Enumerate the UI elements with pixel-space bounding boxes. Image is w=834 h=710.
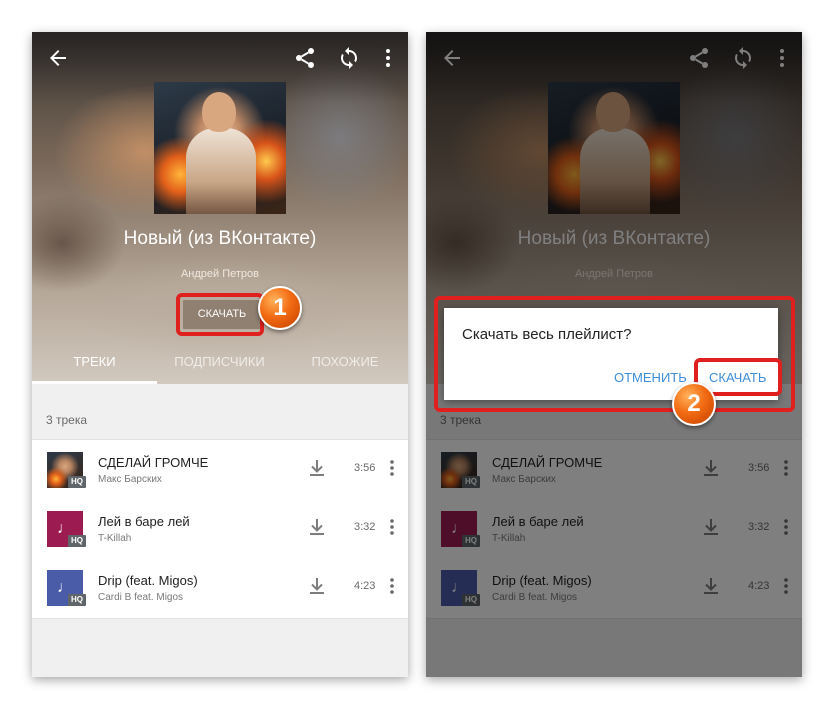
- track-row[interactable]: HQ СДЕЛАЙ ГРОМЧЕ Макс Барских 3:56: [32, 440, 408, 498]
- download-icon[interactable]: [308, 458, 326, 478]
- track-count: 3 трека: [46, 413, 88, 427]
- phone-screen-left: Новый (из ВКонтакте) Андрей Петров СКАЧА…: [32, 32, 408, 677]
- share-icon[interactable]: [293, 46, 317, 70]
- hq-badge: HQ: [68, 535, 86, 547]
- hq-badge: HQ: [68, 476, 86, 488]
- track-duration: 3:32: [354, 521, 376, 533]
- more-vert-icon[interactable]: [386, 518, 398, 536]
- playlist-author: Андрей Петров: [180, 268, 260, 280]
- more-vert-icon[interactable]: [376, 46, 400, 70]
- step-marker-1: 1: [258, 286, 302, 330]
- playlist-cover: [154, 82, 286, 214]
- download-icon[interactable]: [308, 517, 326, 537]
- tab-indicator: [32, 381, 157, 384]
- track-artist: T-Killah: [98, 533, 132, 544]
- download-icon[interactable]: [308, 576, 326, 596]
- back-arrow-icon[interactable]: [46, 46, 70, 70]
- track-artist: Макс Барских: [98, 474, 162, 485]
- track-duration: 4:23: [354, 580, 376, 592]
- track-title: Drip (feat. Migos): [98, 573, 198, 588]
- sync-icon[interactable]: [337, 46, 361, 70]
- tab-tracks[interactable]: ТРЕКИ: [32, 348, 157, 384]
- more-vert-icon[interactable]: [386, 459, 398, 477]
- tab-similar[interactable]: ПОХОЖИЕ: [282, 348, 408, 384]
- step-marker-2: 2: [672, 382, 716, 426]
- tab-subscribers[interactable]: ПОДПИСЧИКИ: [157, 348, 282, 384]
- more-vert-icon[interactable]: [386, 577, 398, 595]
- hq-badge: HQ: [68, 594, 86, 606]
- track-row[interactable]: ♩ HQ Лей в баре лей T-Killah 3:32: [32, 499, 408, 557]
- track-artist: Cardi B feat. Migos: [98, 592, 184, 603]
- highlight-download-button: [176, 293, 264, 336]
- track-title: СДЕЛАЙ ГРОМЧЕ: [98, 455, 209, 470]
- track-duration: 3:56: [354, 462, 376, 474]
- playlist-title: Новый (из ВКонтакте): [123, 228, 317, 249]
- track-list: HQ СДЕЛАЙ ГРОМЧЕ Макс Барских 3:56 ♩ HQ …: [32, 439, 408, 619]
- track-title: Лей в баре лей: [98, 514, 190, 529]
- tab-bar: ТРЕКИ ПОДПИСЧИКИ ПОХОЖИЕ: [32, 348, 408, 384]
- track-row[interactable]: ♩ HQ Drip (feat. Migos) Cardi B feat. Mi…: [32, 558, 408, 616]
